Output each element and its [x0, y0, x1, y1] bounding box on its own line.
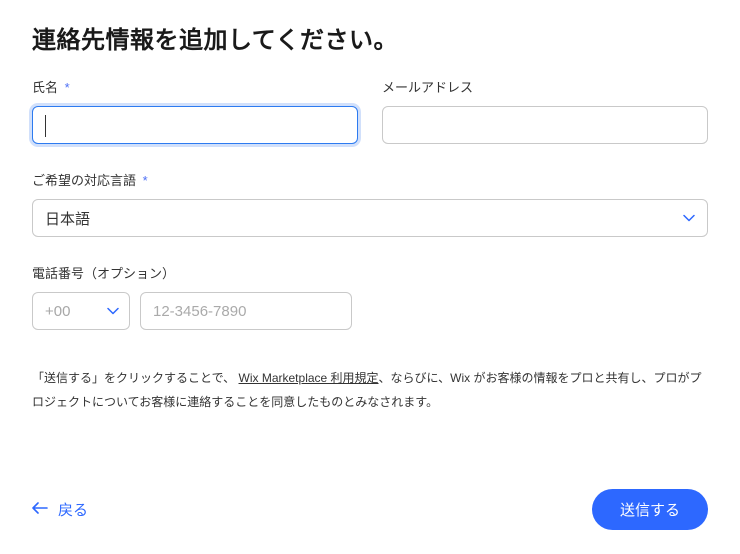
country-code-value: +00: [45, 303, 70, 320]
required-mark: *: [143, 173, 148, 188]
terms-link[interactable]: Wix Marketplace 利用規定: [239, 371, 379, 385]
required-mark: *: [65, 80, 70, 95]
disclaimer-text: 「送信する」をクリックすることで、 Wix Marketplace 利用規定、な…: [32, 366, 708, 414]
back-button[interactable]: 戻る: [32, 499, 88, 520]
language-select[interactable]: 日本語: [32, 199, 708, 237]
submit-button[interactable]: 送信する: [592, 489, 708, 530]
email-label: メールアドレス: [382, 77, 708, 96]
name-input[interactable]: [32, 106, 358, 144]
page-title: 連絡先情報を追加してください。: [32, 20, 708, 55]
chevron-down-icon: [683, 212, 695, 224]
language-selected-value: 日本語: [45, 208, 90, 229]
phone-label: 電話番号（オプション）: [32, 263, 708, 282]
name-label: 氏名 *: [32, 77, 358, 96]
country-code-select[interactable]: +00: [32, 292, 130, 330]
language-label: ご希望の対応言語 *: [32, 170, 708, 189]
back-label: 戻る: [58, 499, 88, 520]
chevron-down-icon: [107, 305, 119, 317]
email-input[interactable]: [382, 106, 708, 144]
phone-input[interactable]: [140, 292, 352, 330]
arrow-left-icon: [32, 501, 48, 518]
